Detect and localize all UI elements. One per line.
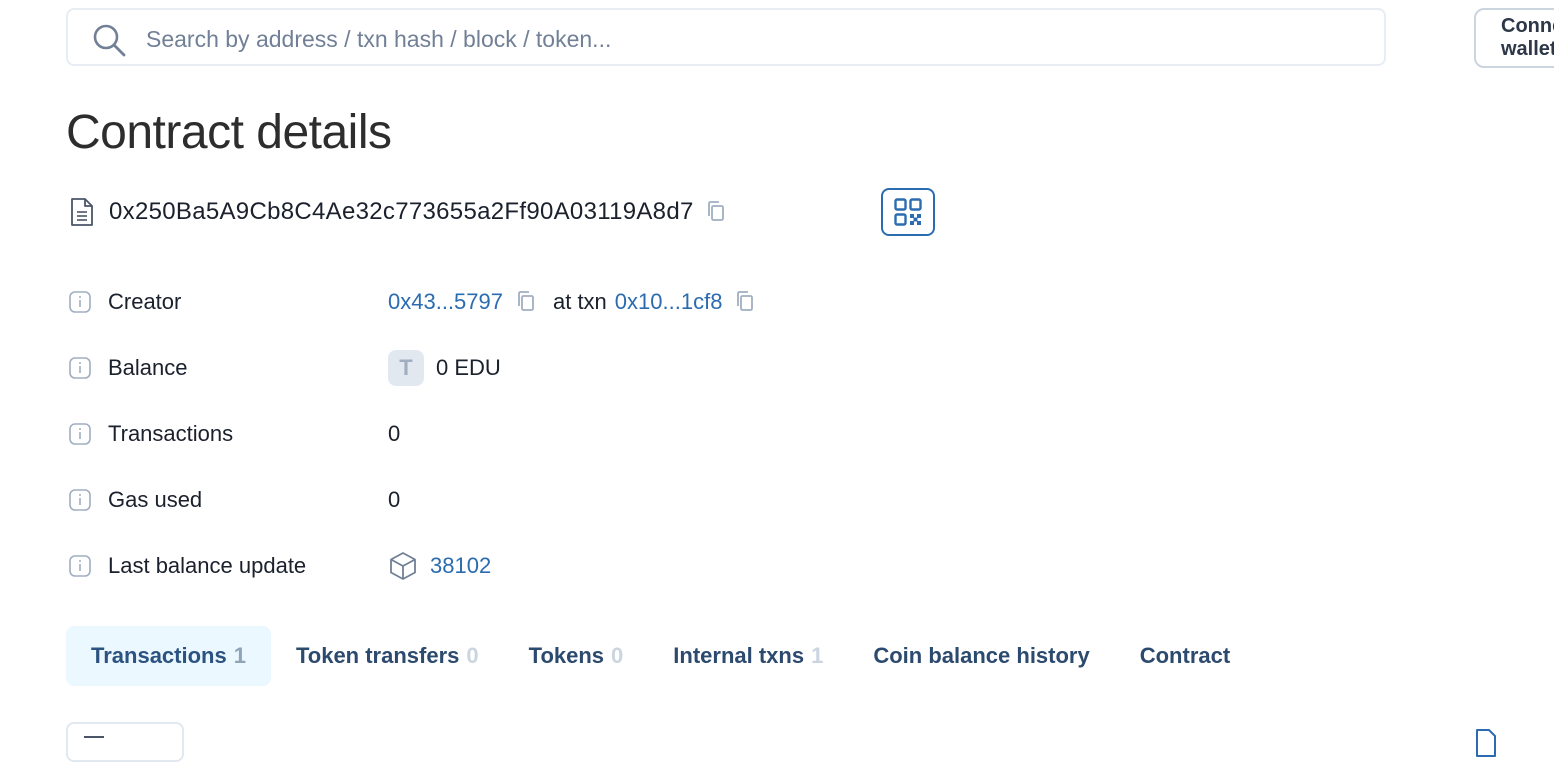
- at-txn-text: at txn: [552, 289, 607, 314]
- creator-address-link[interactable]: 0x43...5797: [388, 289, 503, 315]
- tab-count: 1: [233, 643, 246, 668]
- last-balance-update-value: 38102: [388, 551, 491, 581]
- tab-label: Token transfers: [295, 643, 460, 668]
- contract-address: 0x250Ba5A9Cb8C4Ae32c773655a2Ff90A03119A8…: [109, 198, 694, 225]
- detail-label: Transactions: [108, 421, 234, 446]
- tab-label: Internal txns: [673, 643, 805, 668]
- balance-amount: 0 EDU: [436, 355, 501, 380]
- detail-row-creator: Creator 0x43...5797 at txn 0x10...1cf8: [66, 282, 966, 322]
- info-icon[interactable]: [68, 290, 92, 314]
- tab-label: Transactions: [91, 643, 227, 668]
- detail-label: Last balance update: [108, 553, 307, 578]
- gas-used-value: 0: [388, 487, 400, 513]
- info-icon[interactable]: [68, 488, 92, 512]
- qr-code-button[interactable]: [881, 188, 935, 236]
- transactions-value: 0: [388, 421, 400, 447]
- block-number-link[interactable]: 38102: [430, 553, 491, 579]
- filter-icon: [84, 736, 104, 738]
- detail-row-transactions: Transactions 0: [66, 414, 966, 454]
- tab-transactions[interactable]: Transactions 1: [66, 626, 271, 686]
- tab-list: Transactions 1 Token transfers 0 Tokens …: [66, 626, 1255, 686]
- copy-icon[interactable]: [515, 290, 537, 314]
- tab-count: 1: [811, 643, 824, 668]
- detail-label: Creator: [108, 289, 182, 314]
- tab-label: Tokens: [528, 643, 605, 668]
- balance-value: T 0 EDU: [388, 350, 501, 386]
- creation-txn-link[interactable]: 0x10...1cf8: [615, 289, 723, 315]
- tab-count: 0: [466, 643, 479, 668]
- page-title: Contract details: [66, 106, 392, 159]
- download-icon[interactable]: [1474, 728, 1498, 758]
- qr-code-icon: [894, 198, 922, 226]
- search-icon: [93, 24, 126, 57]
- detail-row-gas-used: Gas used 0: [66, 480, 966, 520]
- tab-label: Contract: [1139, 643, 1231, 668]
- copy-icon[interactable]: [705, 200, 727, 224]
- contract-file-icon: [71, 198, 93, 226]
- info-icon[interactable]: [68, 554, 92, 578]
- tab-internal-txns[interactable]: Internal txns 1: [648, 626, 848, 686]
- tab-label: Coin balance history: [873, 643, 1090, 668]
- detail-row-last-balance-update: Last balance update 38102: [66, 546, 966, 586]
- token-avatar: T: [388, 350, 424, 386]
- tab-contract[interactable]: Contract: [1115, 626, 1255, 686]
- tab-tokens[interactable]: Tokens 0: [504, 626, 649, 686]
- search-input[interactable]: [144, 18, 1348, 60]
- gas-used-amount: 0: [388, 487, 401, 512]
- search-bar[interactable]: [66, 8, 1386, 66]
- detail-label: Balance: [108, 355, 188, 380]
- detail-label: Gas used: [108, 487, 203, 512]
- copy-icon[interactable]: [734, 290, 756, 314]
- tab-count: 0: [611, 643, 624, 668]
- connect-wallet-button[interactable]: Connect wallet: [1474, 8, 1554, 68]
- contract-address-row: 0x250Ba5A9Cb8C4Ae32c773655a2Ff90A03119A8…: [66, 188, 727, 236]
- tab-coin-balance-history[interactable]: Coin balance history: [848, 626, 1114, 686]
- filter-button[interactable]: [66, 722, 184, 762]
- info-icon[interactable]: [68, 422, 92, 446]
- info-icon[interactable]: [68, 356, 92, 380]
- transactions-count: 0: [388, 421, 401, 446]
- tab-token-transfers[interactable]: Token transfers 0: [271, 626, 504, 686]
- detail-row-balance: Balance T 0 EDU: [66, 348, 966, 388]
- creator-value: 0x43...5797 at txn 0x10...1cf8: [388, 289, 756, 315]
- cube-block-icon: [390, 552, 416, 580]
